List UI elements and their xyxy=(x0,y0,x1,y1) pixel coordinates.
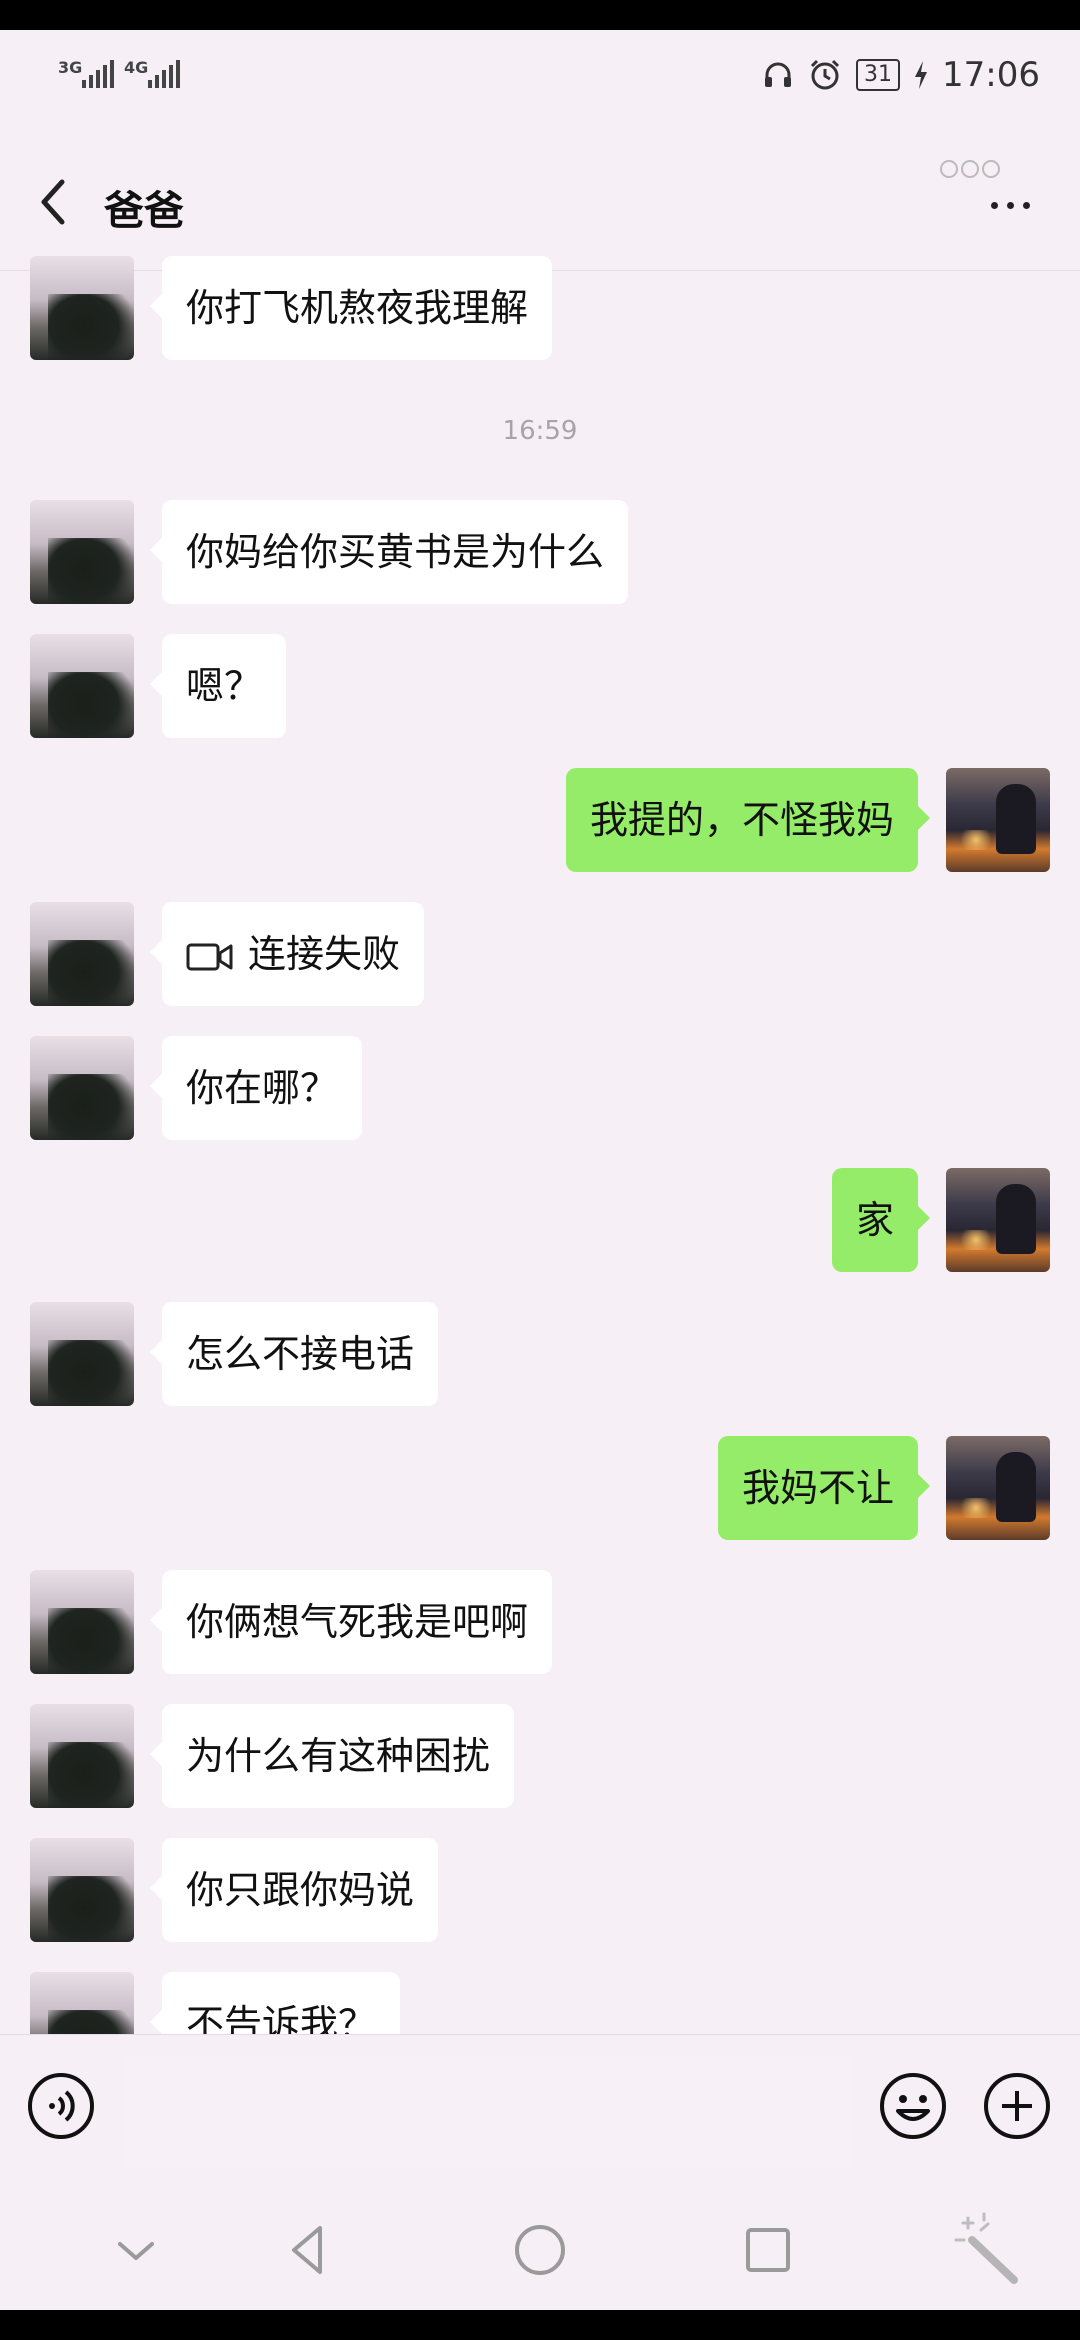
chat-screen: 3G 4G 31 17:06 爸爸 你打飞机熬夜我理解 16:59 你妈给你买黄… xyxy=(0,30,1080,2310)
chat-title: 爸爸 xyxy=(104,188,184,234)
incoming-message-bubble[interactable]: 你只跟你妈说 xyxy=(149,1838,439,1942)
message-row: 怎么不接电话 xyxy=(0,1302,1080,1406)
magic-wand-icon[interactable] xyxy=(948,2210,1024,2286)
video-call-failed-bubble[interactable]: 连接失败 xyxy=(149,902,425,1006)
incoming-message-bubble[interactable]: 为什么有这种困扰 xyxy=(149,1704,515,1808)
message-row: 你打飞机熬夜我理解 xyxy=(0,256,1080,360)
contact-avatar[interactable] xyxy=(30,500,134,604)
status-icons: 31 17:06 xyxy=(762,50,1040,100)
incoming-message-bubble[interactable]: 怎么不接电话 xyxy=(149,1302,439,1406)
call-status-text: 连接失败 xyxy=(248,932,401,976)
outgoing-message-bubble[interactable]: 家 xyxy=(831,1168,931,1272)
contact-avatar[interactable] xyxy=(30,1302,134,1406)
contact-avatar[interactable] xyxy=(30,1570,134,1674)
mini-program-capsule-icon[interactable] xyxy=(940,160,1000,178)
back-triangle-icon[interactable] xyxy=(278,2220,338,2280)
my-avatar[interactable] xyxy=(946,1168,1050,1272)
video-call-icon xyxy=(186,943,233,970)
status-bar: 3G 4G 31 17:06 xyxy=(0,30,1080,120)
incoming-message-bubble[interactable]: 你俩想气死我是吧啊 xyxy=(149,1570,553,1674)
incoming-message-bubble[interactable]: 你妈给你买黄书是为什么 xyxy=(149,500,629,604)
contact-avatar[interactable] xyxy=(30,1704,134,1808)
voice-icon[interactable] xyxy=(26,2071,96,2141)
message-text-input[interactable] xyxy=(124,2055,852,2167)
system-navigation-bar xyxy=(0,2190,1080,2310)
more-options-icon[interactable] xyxy=(991,202,1030,209)
message-row: 为什么有这种困扰 xyxy=(0,1704,1080,1808)
message-input-bar xyxy=(0,2034,1080,2185)
contact-avatar[interactable] xyxy=(30,634,134,738)
incoming-message-bubble[interactable]: 你在哪？ xyxy=(149,1036,363,1140)
emoji-icon[interactable] xyxy=(878,2071,948,2141)
signal-bars-icon xyxy=(148,60,180,88)
outgoing-message-bubble[interactable]: 我妈不让 xyxy=(717,1436,931,1540)
contact-avatar[interactable] xyxy=(30,256,134,360)
collapse-icon[interactable] xyxy=(106,2220,166,2280)
chat-header: 爸爸 xyxy=(0,130,1080,271)
charging-bolt-icon xyxy=(915,61,928,89)
message-row: 你只跟你妈说 xyxy=(0,1838,1080,1942)
contact-avatar[interactable] xyxy=(30,902,134,1006)
battery-indicator: 31 xyxy=(856,59,901,91)
signal-3g-label: 3G xyxy=(58,58,83,77)
plus-icon[interactable] xyxy=(982,2071,1052,2141)
back-arrow-icon[interactable] xyxy=(30,172,80,232)
message-row: 我妈不让 xyxy=(0,1436,1080,1540)
status-time: 17:06 xyxy=(942,55,1040,95)
my-avatar[interactable] xyxy=(946,768,1050,872)
message-row: 你在哪？ xyxy=(0,1036,1080,1140)
incoming-message-bubble[interactable]: 你打飞机熬夜我理解 xyxy=(149,256,553,360)
message-timestamp: 16:59 xyxy=(502,416,578,446)
message-row: 嗯？ xyxy=(0,634,1080,738)
message-row: 你妈给你买黄书是为什么 xyxy=(0,500,1080,604)
my-avatar[interactable] xyxy=(946,1436,1050,1540)
message-row: 家 xyxy=(0,1168,1080,1272)
incoming-message-bubble[interactable]: 嗯？ xyxy=(149,634,287,738)
message-row: 我提的，不怪我妈 xyxy=(0,768,1080,872)
contact-avatar[interactable] xyxy=(30,1036,134,1140)
outgoing-message-bubble[interactable]: 我提的，不怪我妈 xyxy=(565,768,931,872)
signal-bars-icon xyxy=(82,60,114,88)
headphones-icon xyxy=(765,62,792,87)
message-row: 连接失败 xyxy=(0,902,1080,1006)
message-row: 你俩想气死我是吧啊 xyxy=(0,1570,1080,1674)
recents-square-icon[interactable] xyxy=(738,2220,798,2280)
home-circle-icon[interactable] xyxy=(510,2220,570,2280)
signal-4g-label: 4G xyxy=(124,58,149,77)
contact-avatar[interactable] xyxy=(30,1838,134,1942)
alarm-icon xyxy=(810,59,840,90)
